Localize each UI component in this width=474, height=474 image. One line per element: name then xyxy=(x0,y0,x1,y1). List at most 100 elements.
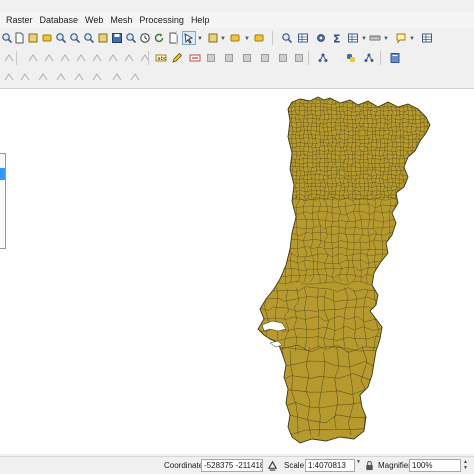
parish-boundary xyxy=(373,351,382,430)
digitizing-toolbar: abc xyxy=(0,48,474,68)
pin-labels-icon[interactable] xyxy=(222,51,236,65)
graph-icon[interactable] xyxy=(362,51,376,65)
zoom-last-icon[interactable] xyxy=(138,31,152,45)
reshape-icon[interactable] xyxy=(18,70,32,84)
map-canvas[interactable] xyxy=(0,88,474,454)
delete-selected-icon[interactable] xyxy=(90,51,104,65)
map-navigation-toolbar: Σ ▼ ▼ ▼ ▼ ▼ ▼ xyxy=(0,28,474,48)
menu-help[interactable]: Help xyxy=(191,12,210,28)
metasearch-icon[interactable] xyxy=(388,51,402,65)
menu-bar: Raster Database Web Mesh Processing Help xyxy=(0,12,474,28)
parish-boundary xyxy=(267,197,273,284)
undo-icon[interactable]: abc xyxy=(154,51,168,65)
annotation-icon[interactable] xyxy=(394,31,408,45)
merge-features-icon[interactable] xyxy=(54,70,68,84)
toolbar-separator xyxy=(148,51,149,65)
split-features-icon[interactable] xyxy=(36,70,50,84)
toolbar-separator xyxy=(380,51,381,65)
deselect-icon[interactable] xyxy=(280,31,294,45)
dropdown-arrow-icon[interactable]: ▼ xyxy=(197,36,203,42)
tips-icon[interactable] xyxy=(420,31,434,45)
svg-text:Σ: Σ xyxy=(333,33,341,45)
label-tool-icon[interactable] xyxy=(188,51,202,65)
magnifier-spin-down-icon[interactable]: ▼ xyxy=(463,466,468,471)
offset-curve-icon[interactable] xyxy=(72,70,86,84)
parish-boundary xyxy=(431,94,433,199)
add-feature-icon[interactable] xyxy=(58,51,72,65)
parish-boundary xyxy=(260,198,266,282)
paste-features-icon[interactable] xyxy=(138,51,152,65)
redo-icon[interactable] xyxy=(170,51,184,65)
advanced-digitizing-toolbar xyxy=(0,68,474,86)
menu-web[interactable]: Web xyxy=(85,12,103,28)
dropdown-arrow-icon[interactable]: ▼ xyxy=(361,36,367,42)
python-console-icon[interactable] xyxy=(316,51,330,65)
add-ring-icon[interactable] xyxy=(110,70,124,84)
select-features-icon[interactable] xyxy=(228,31,242,45)
parish-boundary xyxy=(407,197,413,285)
portugal-map xyxy=(257,94,433,444)
plugins-icon[interactable] xyxy=(344,51,358,65)
zoom-in-icon[interactable] xyxy=(68,31,82,45)
scale-label: Scale xyxy=(284,461,305,470)
parish-boundary xyxy=(394,200,399,284)
open-attribute-table-icon[interactable] xyxy=(314,31,328,45)
edit-pencil-icon[interactable] xyxy=(26,51,40,65)
coordinate-field[interactable]: -528375 -211418 xyxy=(201,459,263,472)
scale-dropdown-icon[interactable]: ▼ xyxy=(356,460,361,465)
lock-scale-icon[interactable] xyxy=(364,460,375,471)
parish-boundary xyxy=(400,198,405,283)
select-by-value-icon[interactable] xyxy=(252,31,266,45)
magnifier-field[interactable]: 100% xyxy=(409,459,461,472)
parish-boundary xyxy=(258,200,259,282)
parish-boundary xyxy=(282,97,286,201)
cut-features-icon[interactable] xyxy=(106,51,120,65)
save-icon[interactable] xyxy=(12,31,26,45)
move-label-icon[interactable] xyxy=(258,51,272,65)
scale-field[interactable]: 1:4070813 xyxy=(305,459,355,472)
diagram-icon[interactable] xyxy=(204,51,218,65)
zoom-selection-icon[interactable] xyxy=(96,31,110,45)
menu-mesh[interactable]: Mesh xyxy=(110,12,132,28)
measure-icon[interactable] xyxy=(368,31,382,45)
parish-boundary xyxy=(383,287,389,349)
menu-database[interactable]: Database xyxy=(40,12,79,28)
dropdown-arrow-icon[interactable]: ▼ xyxy=(409,36,415,42)
dropdown-arrow-icon[interactable]: ▼ xyxy=(383,36,389,42)
touch-zoom-icon[interactable] xyxy=(54,31,68,45)
new-map-view-icon[interactable] xyxy=(166,31,180,45)
coordinate-label: Coordinate xyxy=(164,461,204,470)
zoom-next-icon[interactable] xyxy=(152,31,166,45)
copy-features-icon[interactable] xyxy=(122,51,136,65)
fill-ring-icon[interactable] xyxy=(128,70,142,84)
style-manager-icon[interactable] xyxy=(40,31,54,45)
toolbar-separator xyxy=(308,51,309,65)
toolbar-separator xyxy=(176,31,177,45)
zoom-layer-icon[interactable] xyxy=(124,31,138,45)
field-calculator-icon[interactable]: Σ xyxy=(330,31,344,45)
zoom-full-icon[interactable] xyxy=(110,31,124,45)
dropdown-arrow-icon[interactable]: ▼ xyxy=(244,36,250,42)
rotate-label-icon[interactable] xyxy=(276,51,290,65)
digitize-icon[interactable] xyxy=(2,51,16,65)
refresh-icon[interactable] xyxy=(206,31,220,45)
vertex-tool-icon[interactable] xyxy=(74,51,88,65)
parish-boundary xyxy=(275,347,284,430)
zoom-out-icon[interactable] xyxy=(82,31,96,45)
save-edits-icon[interactable] xyxy=(42,51,56,65)
new-print-layout-icon[interactable] xyxy=(26,31,40,45)
identify-icon[interactable] xyxy=(296,31,310,45)
dropdown-arrow-icon[interactable]: ▼ xyxy=(220,36,226,42)
parish-boundary xyxy=(274,199,280,285)
menu-raster[interactable]: Raster xyxy=(6,12,33,28)
temporal-controller-icon[interactable] xyxy=(182,31,196,45)
show-hide-labels-icon[interactable] xyxy=(240,51,254,65)
toggle-extents-icon[interactable] xyxy=(267,460,278,471)
change-label-icon[interactable] xyxy=(292,51,306,65)
advanced-digitizing-icon[interactable] xyxy=(2,70,16,84)
svg-text:abc: abc xyxy=(158,56,167,62)
statistics-icon[interactable] xyxy=(346,31,360,45)
menu-processing[interactable]: Processing xyxy=(139,12,184,28)
simplify-icon[interactable] xyxy=(90,70,104,84)
parish-boundary xyxy=(284,94,433,96)
